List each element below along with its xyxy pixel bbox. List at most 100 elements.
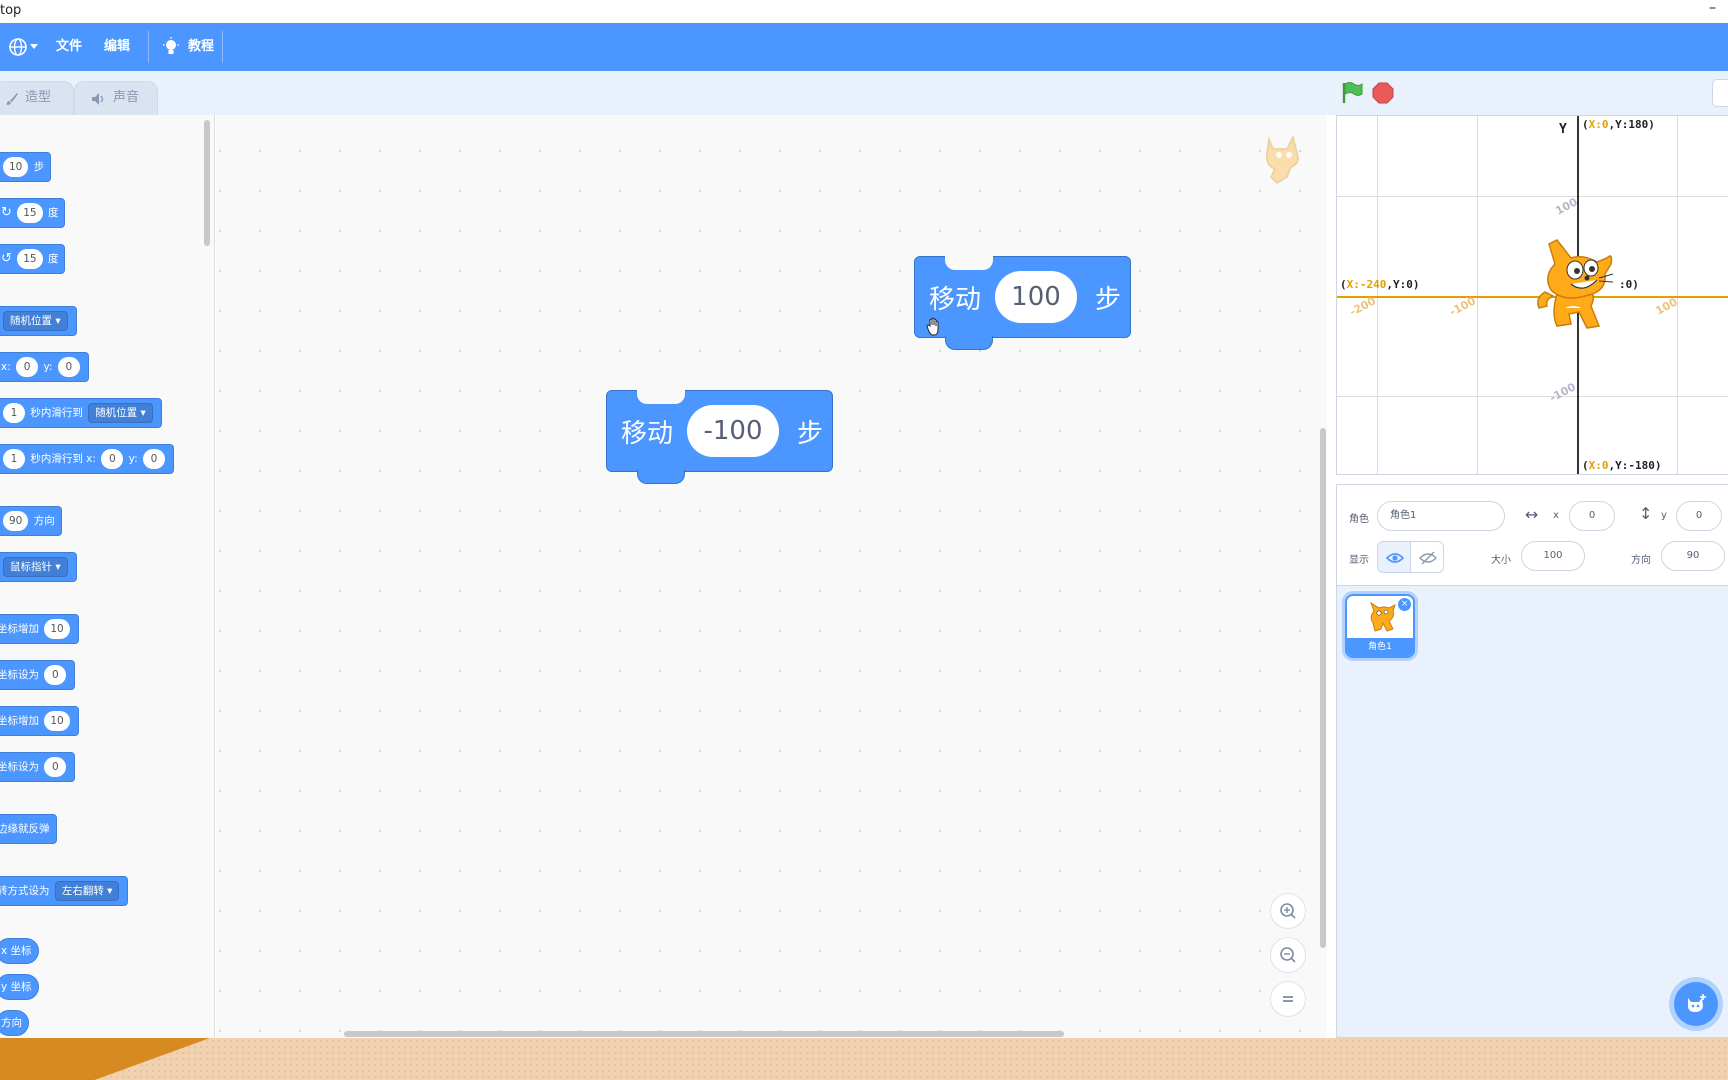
move-steps-input[interactable]: 10 [3, 157, 29, 177]
tutorials-label: 教程 [188, 39, 215, 54]
minimize-button[interactable]: – [1709, 0, 1716, 16]
direction-input[interactable]: 90 [1661, 541, 1725, 571]
y-axis-label: Y [1559, 122, 1567, 137]
palette-block-point-direction[interactable]: 90 方向 [0, 506, 62, 536]
palette-block-glide-xy[interactable]: 1 秒内滑行到 x: 0 y: 0 [0, 444, 174, 474]
goto-x-input[interactable]: 0 [16, 357, 39, 377]
zoom-out-button[interactable] [1270, 937, 1306, 973]
sprite-name-input[interactable]: 角色1 [1377, 501, 1505, 531]
goto-target-value: 随机位置 [10, 315, 52, 327]
set-y-input[interactable]: 0 [44, 757, 67, 777]
editor-tabs: 造型 声音 [0, 71, 1336, 115]
tab-costumes[interactable]: 造型 [0, 81, 74, 115]
move-block-label: 移动 [621, 419, 674, 449]
code-workspace[interactable]: 移动 100 步 移动 -100 步 [216, 115, 1327, 1038]
rotation-style-dropdown[interactable]: 左右翻转 ▾ [54, 881, 120, 901]
rotation-style-label: 转方式设为 [0, 885, 50, 897]
move-steps-block[interactable]: 移动 100 步 [914, 256, 1131, 350]
point-towards-dropdown[interactable]: 鼠标指针 ▾ [3, 557, 68, 577]
green-flag-icon[interactable] [1340, 81, 1364, 105]
block-notch [945, 256, 993, 270]
tick-x-100: 100 [1653, 295, 1680, 318]
glide2-secs-input[interactable]: 1 [3, 449, 25, 469]
palette-block-move-steps[interactable]: 10 步 [0, 152, 52, 182]
palette-reporter-direction[interactable]: 方向 [0, 1010, 29, 1036]
language-menu[interactable] [6, 23, 40, 71]
move-block-unit: 步 [797, 419, 824, 449]
speaker-icon [92, 93, 104, 105]
y-position-label: y 坐标 [1, 981, 32, 993]
add-sprite-button[interactable] [1674, 982, 1718, 1026]
glide2-x-input[interactable]: 0 [101, 449, 124, 469]
palette-block-point-towards[interactable]: 鼠标指针 ▾ [0, 552, 77, 582]
tutorials-button[interactable]: 教程 [162, 23, 214, 71]
x-input[interactable]: 0 [1569, 501, 1615, 531]
eye-slash-icon [1419, 551, 1437, 565]
palette-block-set-y[interactable]: 坐标设为 0 [0, 752, 76, 782]
eye-icon [1386, 553, 1404, 563]
coord-bottom-x: X:0 [1588, 459, 1609, 472]
coord-bottom-y: ,Y:-180) [1608, 459, 1662, 472]
palette-reporter-y-position[interactable]: y 坐标 [0, 974, 39, 1000]
sprite-name-label: 角色 [1349, 514, 1369, 525]
goto-target-dropdown[interactable]: 随机位置 ▾ [3, 311, 68, 331]
palette-block-change-y[interactable]: 坐标增加 10 [0, 706, 79, 736]
globe-icon [9, 38, 27, 56]
edit-menu[interactable]: 编辑 [104, 23, 130, 71]
workspace-vertical-scrollbar[interactable] [1320, 428, 1326, 948]
palette-block-bounce[interactable]: 边缘就反弹 [0, 814, 57, 844]
palette-reporter-x-position[interactable]: x 坐标 [0, 938, 39, 964]
glide1-target-dropdown[interactable]: 随机位置 ▾ [88, 403, 153, 423]
size-input[interactable]: 100 [1521, 541, 1585, 571]
palette-block-glide-to[interactable]: 1 秒内滑行到 随机位置 ▾ [0, 398, 162, 428]
show-hidden-button[interactable] [1410, 541, 1444, 573]
glide2-y-label: y: [128, 453, 138, 465]
show-visible-button[interactable] [1377, 541, 1411, 573]
file-menu[interactable]: 文件 [56, 23, 82, 71]
palette-block-rotation-style[interactable]: 转方式设为 左右翻转 ▾ [0, 876, 129, 906]
stage-header [1336, 71, 1728, 115]
palette-block-set-x[interactable]: 坐标设为 0 [0, 660, 76, 690]
glide2-y-input[interactable]: 0 [142, 449, 165, 469]
change-x-input[interactable]: 10 [44, 619, 70, 639]
desktop-background-strip [0, 1038, 1728, 1080]
lightbulb-icon [163, 37, 179, 54]
tick-y-neg100: -100 [1547, 380, 1578, 405]
move-steps-value-input[interactable]: 100 [995, 271, 1077, 323]
palette-block-change-x[interactable]: 坐标增加 10 [0, 614, 79, 644]
stop-icon[interactable] [1372, 82, 1394, 104]
tab-costumes-label: 造型 [25, 90, 52, 105]
block-tab [945, 336, 993, 350]
palette-block-turn-right[interactable]: ↻ 15 度 [0, 198, 66, 228]
zoom-in-button[interactable] [1270, 893, 1306, 929]
stage-canvas[interactable]: Y (X:0,Y:180) (X:-240,Y:0) :0) (X:0,Y:-1… [1336, 115, 1728, 475]
block-palette: 10 步 ↻ 15 度 ↺ 15 度 随机位置 ▾ x: 0 y: 0 1 秒内… [0, 115, 215, 1038]
set-x-input[interactable]: 0 [44, 665, 67, 685]
delete-sprite-button[interactable]: × [1398, 598, 1411, 611]
change-y-input[interactable]: 10 [44, 711, 70, 731]
turn-right-input[interactable]: 15 [17, 203, 43, 223]
point-direction-input[interactable]: 90 [3, 511, 29, 531]
turn-left-input[interactable]: 15 [17, 249, 43, 269]
palette-scrollbar[interactable] [204, 120, 210, 246]
cat-add-icon [1688, 994, 1706, 1012]
cat-sprite[interactable] [1527, 234, 1623, 338]
stage-size-toggle-button[interactable] [1712, 79, 1728, 107]
move-steps-value-input[interactable]: -100 [687, 405, 779, 457]
palette-block-turn-left[interactable]: ↺ 15 度 [0, 244, 66, 274]
palette-block-goto[interactable]: 随机位置 ▾ [0, 306, 77, 336]
tab-sounds[interactable]: 声音 [74, 81, 158, 115]
sprite-card[interactable]: × 角色1 [1345, 594, 1415, 658]
zoom-reset-button[interactable] [1270, 981, 1306, 1017]
grid-line [1337, 196, 1728, 197]
palette-block-goto-xy[interactable]: x: 0 y: 0 [0, 352, 89, 382]
goto-y-input[interactable]: 0 [57, 357, 80, 377]
bounce-label: 边缘就反弹 [0, 823, 50, 835]
workspace-horizontal-scrollbar[interactable] [344, 1031, 1064, 1037]
move-steps-block[interactable]: 移动 -100 步 [606, 390, 833, 484]
coord-top-y: ,Y:180) [1608, 118, 1655, 131]
rotate-right-icon: ↻ [1, 205, 12, 220]
y-input[interactable]: 0 [1676, 501, 1722, 531]
glide1-secs-input[interactable]: 1 [3, 403, 25, 423]
glide2-text: 秒内滑行到 x: [30, 453, 96, 465]
